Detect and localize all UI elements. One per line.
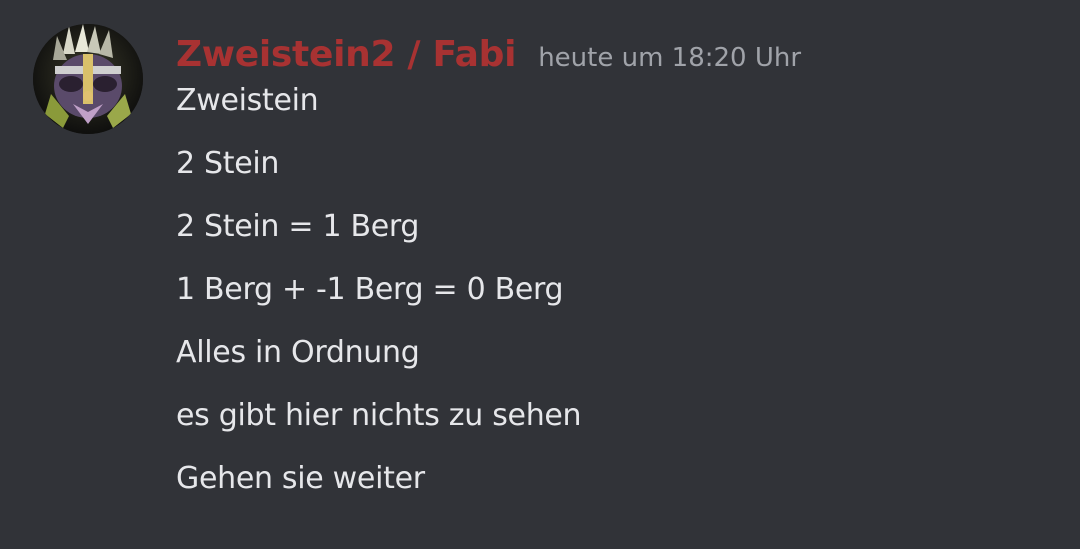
author-name[interactable]: Zweistein2 / Fabi	[176, 28, 516, 82]
message-line: es gibt hier nichts zu sehen	[176, 398, 582, 433]
user-avatar-icon	[33, 24, 143, 134]
message-content: Zweistein 2 Stein 2 Stein = 1 Berg 1 Ber…	[176, 81, 1056, 522]
message-line: Alles in Ordnung	[176, 335, 420, 370]
avatar[interactable]	[33, 24, 143, 134]
message-header: Zweistein2 / Fabi heute um 18:20 Uhr	[176, 28, 801, 82]
message-line: Gehen sie weiter	[176, 461, 425, 496]
message-line: 1 Berg + -1 Berg = 0 Berg	[176, 272, 564, 307]
message-timestamp[interactable]: heute um 18:20 Uhr	[538, 31, 801, 85]
message-line: Zweistein	[176, 83, 319, 118]
message-line: 2 Stein = 1 Berg	[176, 209, 420, 244]
message-line: 2 Stein	[176, 146, 280, 181]
chat-message: Zweistein2 / Fabi heute um 18:20 Uhr Zwe…	[0, 0, 1080, 549]
